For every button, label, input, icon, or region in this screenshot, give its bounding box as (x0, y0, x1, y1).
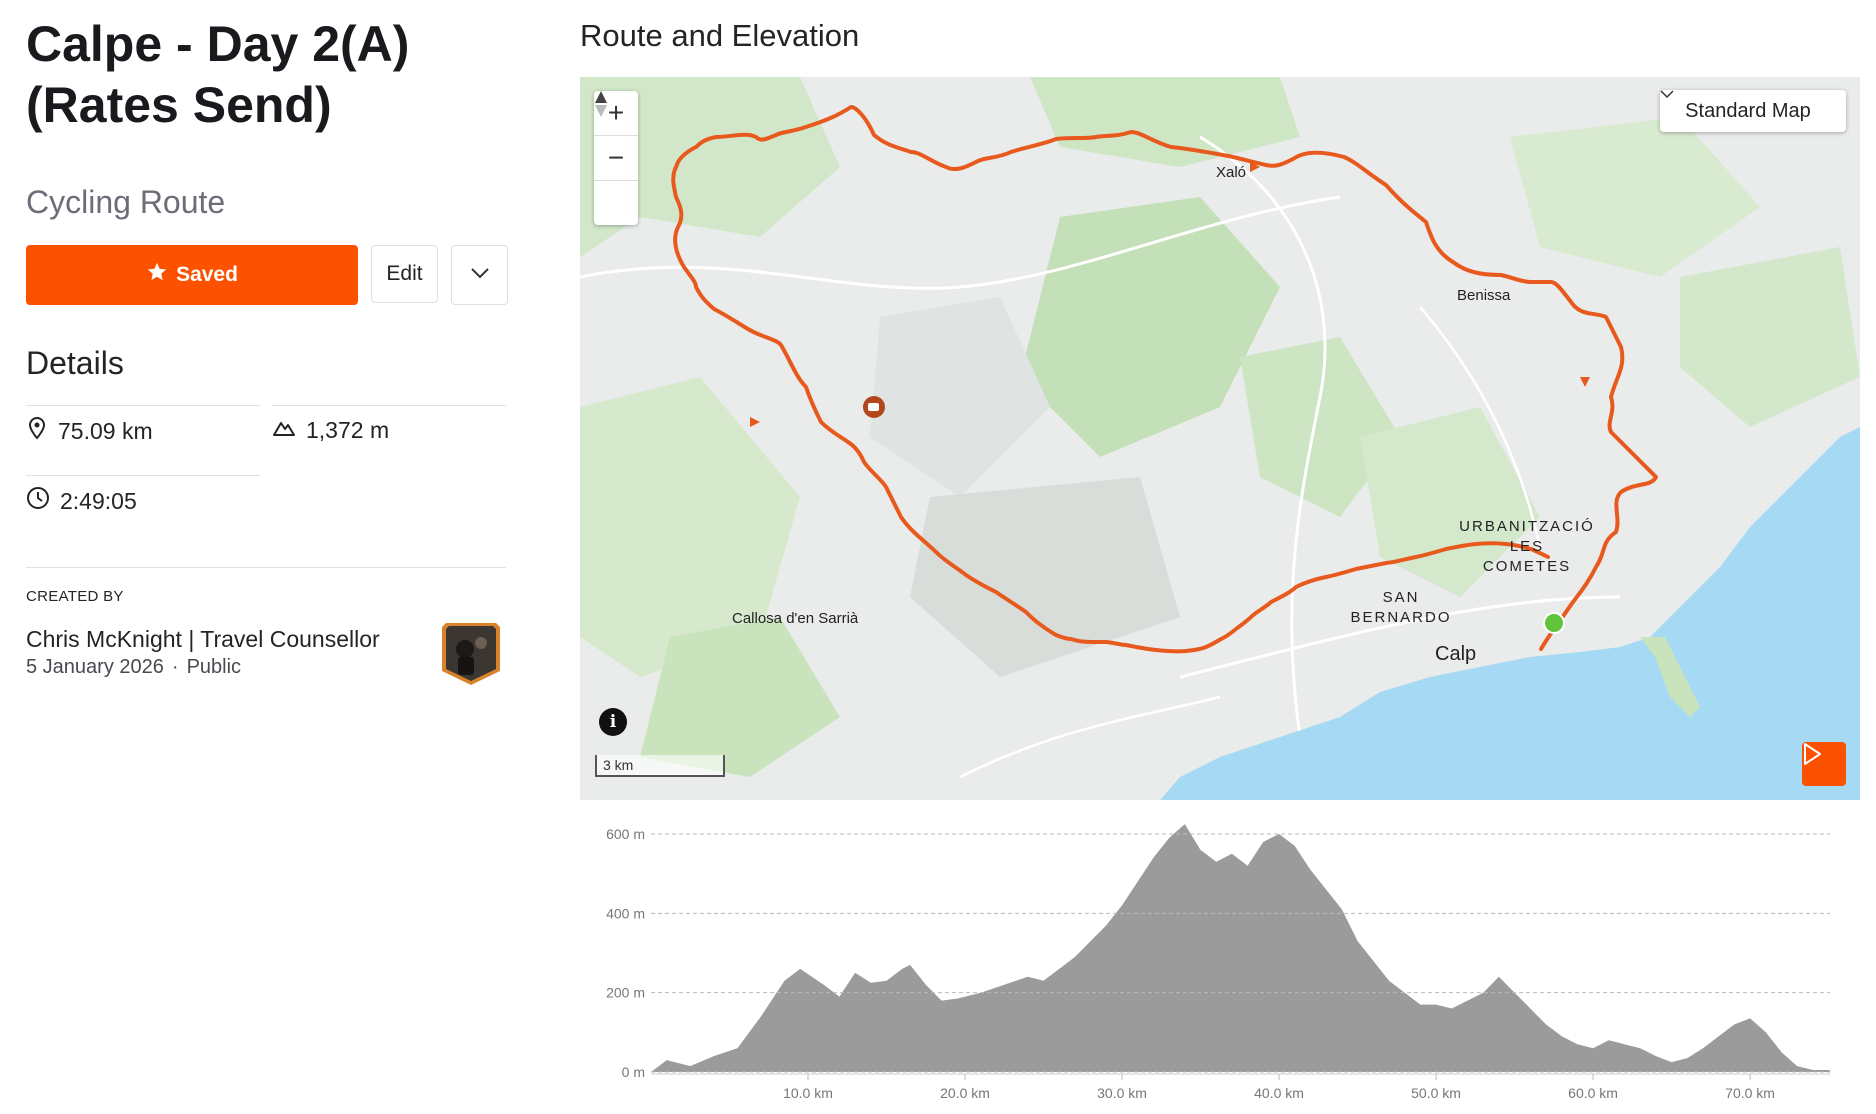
x-tick-label: 10.0 km (783, 1085, 833, 1101)
elevation-stat: 1,372 m (272, 416, 389, 444)
details-heading: Details (26, 345, 124, 381)
map-label-urbanitzacio-3: COMETES (1483, 558, 1571, 575)
time-value: 2:49:05 (60, 487, 137, 514)
compass-icon[interactable] (594, 91, 638, 225)
route-elevation-heading: Route and Elevation (580, 18, 860, 53)
elevation-chart-svg: 600 m 400 m 200 m 0 m 10.0 km 20.0 km 30.0 km 4… (606, 824, 1830, 1101)
zoom-controls: + − (594, 91, 638, 225)
divider (26, 567, 506, 568)
star-icon (146, 261, 168, 289)
more-options-button[interactable] (451, 245, 508, 305)
x-tick-label: 40.0 km (1254, 1085, 1304, 1101)
x-tick-label: 70.0 km (1725, 1085, 1775, 1101)
chevron-down-icon (470, 266, 490, 284)
info-icon[interactable]: i (599, 708, 627, 736)
cafe-icon[interactable] (863, 396, 885, 418)
start-marker[interactable] (1543, 612, 1565, 634)
map-type-dropdown[interactable]: Standard Map (1660, 90, 1846, 132)
map-label-urbanitzacio-2: LES (1510, 538, 1544, 555)
map-label-xalo: Xaló (1216, 164, 1246, 181)
elevation-value: 1,372 m (306, 416, 390, 443)
map-canvas: Xaló Benissa Callosa d'en Sarrià Calp UR… (580, 77, 1860, 800)
divider (272, 405, 506, 406)
y-tick-label: 0 m (622, 1064, 645, 1080)
route-type: Cycling Route (26, 184, 226, 220)
route-map[interactable]: Xaló Benissa Callosa d'en Sarrià Calp UR… (580, 77, 1860, 800)
author-name[interactable]: Chris McKnight | Travel Counsellor (26, 626, 380, 653)
x-tick-label: 60.0 km (1568, 1085, 1618, 1101)
location-pin-icon (26, 416, 48, 446)
map-label-san-bernardo-2: BERNARDO (1350, 609, 1451, 626)
y-tick-label: 400 m (606, 905, 645, 921)
route-meta: 5 January 2026 · Public (26, 656, 241, 679)
x-tick-label: 20.0 km (940, 1085, 990, 1101)
time-stat: 2:49:05 (26, 486, 137, 516)
route-title: Calpe - Day 2(A) (Rates Send) (26, 16, 410, 133)
zoom-out-icon[interactable]: − (594, 136, 638, 181)
map-label-urbanitzacio-1: URBANITZACIÓ (1459, 518, 1595, 535)
elevation-area (651, 824, 1830, 1072)
map-type-label: Standard Map (1685, 99, 1811, 122)
saved-button[interactable]: Saved (26, 245, 358, 305)
edit-button[interactable]: Edit (371, 245, 438, 303)
y-tick-label: 200 m (606, 985, 645, 1001)
map-label-benissa: Benissa (1457, 287, 1511, 304)
avatar[interactable] (440, 621, 502, 687)
y-tick-label: 600 m (606, 826, 645, 842)
divider (26, 405, 260, 406)
map-label-callosa: Callosa d'en Sarrià (732, 610, 859, 627)
map-label-calp: Calp (1435, 643, 1476, 665)
distance-stat: 75.09 km (26, 416, 153, 446)
meta-separator: · (171, 656, 179, 678)
created-by-label: CREATED BY (26, 588, 124, 605)
divider (26, 475, 260, 476)
elevation-chart[interactable]: 600 m 400 m 200 m 0 m 10.0 km 20.0 km 30.0 km 4… (580, 810, 1860, 1110)
created-date: 5 January 2026 (26, 656, 164, 678)
play-icon[interactable] (1802, 742, 1846, 786)
map-scale: 3 km (595, 755, 725, 777)
mountain-icon (272, 416, 296, 444)
x-tick-label: 30.0 km (1097, 1085, 1147, 1101)
x-tick-label: 50.0 km (1411, 1085, 1461, 1101)
distance-value: 75.09 km (58, 417, 153, 444)
visibility: Public (186, 656, 242, 678)
map-label-san-bernardo-1: SAN (1383, 589, 1420, 606)
clock-icon (26, 486, 50, 516)
saved-label: Saved (176, 263, 238, 286)
